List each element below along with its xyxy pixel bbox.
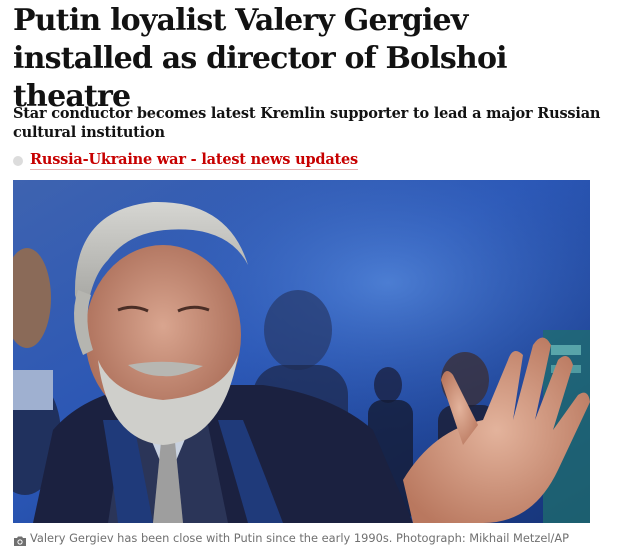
camera-icon	[13, 532, 27, 546]
live-updates-link[interactable]: Russia-Ukraine war - latest news updates	[30, 151, 358, 170]
caption-row: Valery Gergiev has been close with Putin…	[13, 530, 569, 546]
related-link-row: Russia-Ukraine war - latest news updates	[13, 149, 358, 171]
article: Putin loyalist Valery Gergiev installed …	[0, 0, 620, 552]
photo-caption: Valery Gergiev has been close with Putin…	[30, 531, 570, 545]
standfirst: Star conductor becomes latest Kremlin su…	[13, 105, 601, 141]
live-dot-icon	[13, 155, 23, 166]
headline: Putin loyalist Valery Gergiev installed …	[13, 3, 508, 114]
photo-illustration	[13, 180, 590, 523]
article-photo	[13, 180, 590, 523]
